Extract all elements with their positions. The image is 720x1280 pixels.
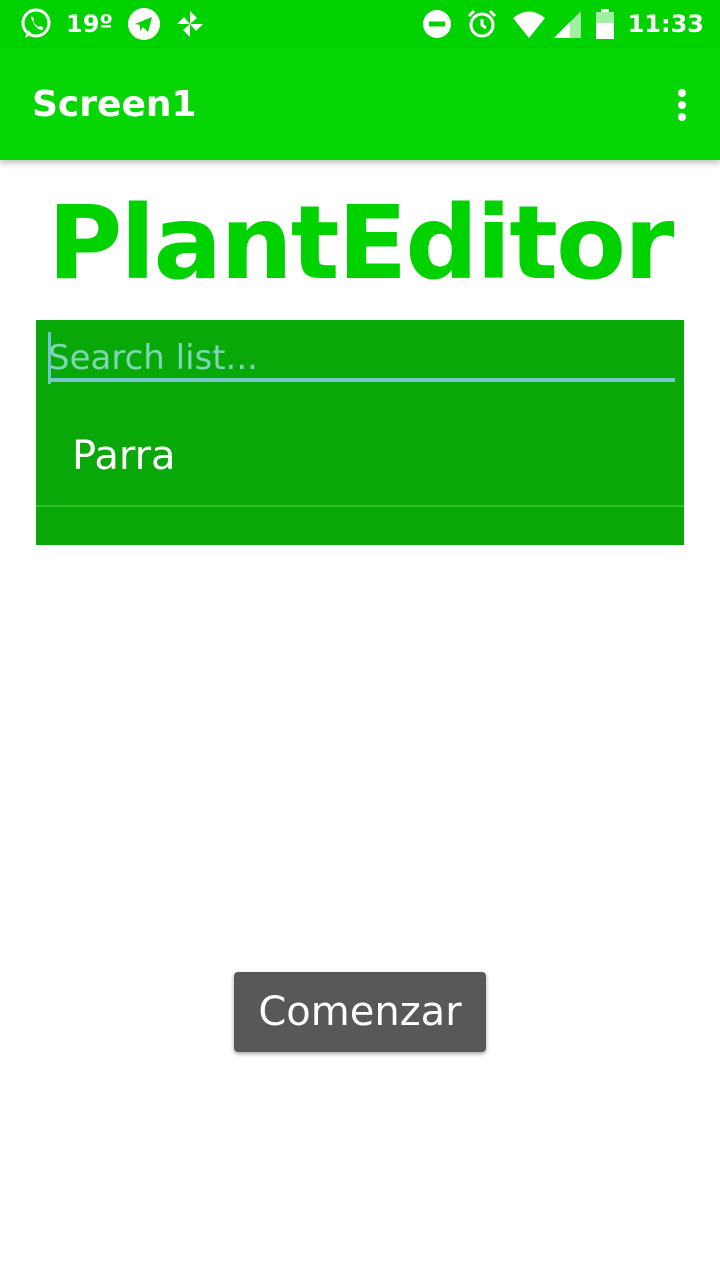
app-bar: Screen1 bbox=[0, 48, 720, 160]
do-not-disturb-icon bbox=[422, 9, 452, 39]
status-bar-right: 11:33 bbox=[422, 6, 704, 42]
app-title: Screen1 bbox=[32, 84, 197, 125]
temperature-text: 19º bbox=[66, 10, 113, 38]
search-underline bbox=[48, 378, 675, 382]
signal-icon bbox=[552, 9, 582, 39]
page-title: PlantEditor bbox=[47, 184, 675, 303]
battery-icon bbox=[595, 9, 614, 39]
time-text: 11:33 bbox=[627, 10, 704, 38]
alarm-icon bbox=[466, 8, 498, 40]
text-cursor bbox=[48, 332, 51, 384]
start-button[interactable]: Comenzar bbox=[234, 972, 486, 1052]
list-item-parra[interactable]: Parra bbox=[36, 406, 684, 506]
status-bar: 19º 11:33 bbox=[0, 0, 720, 48]
telegram-icon bbox=[127, 7, 161, 41]
overflow-menu-button[interactable] bbox=[666, 84, 698, 126]
list-view: Parra bbox=[36, 320, 684, 545]
search-input[interactable] bbox=[48, 336, 672, 380]
more-vert-icon bbox=[678, 89, 686, 121]
list-divider bbox=[36, 505, 684, 507]
list-item-label: Parra bbox=[72, 433, 176, 479]
status-bar-left: 19º bbox=[18, 6, 205, 42]
pinwheel-icon bbox=[175, 9, 205, 39]
whatsapp-icon bbox=[18, 7, 54, 41]
wifi-icon bbox=[512, 9, 546, 39]
